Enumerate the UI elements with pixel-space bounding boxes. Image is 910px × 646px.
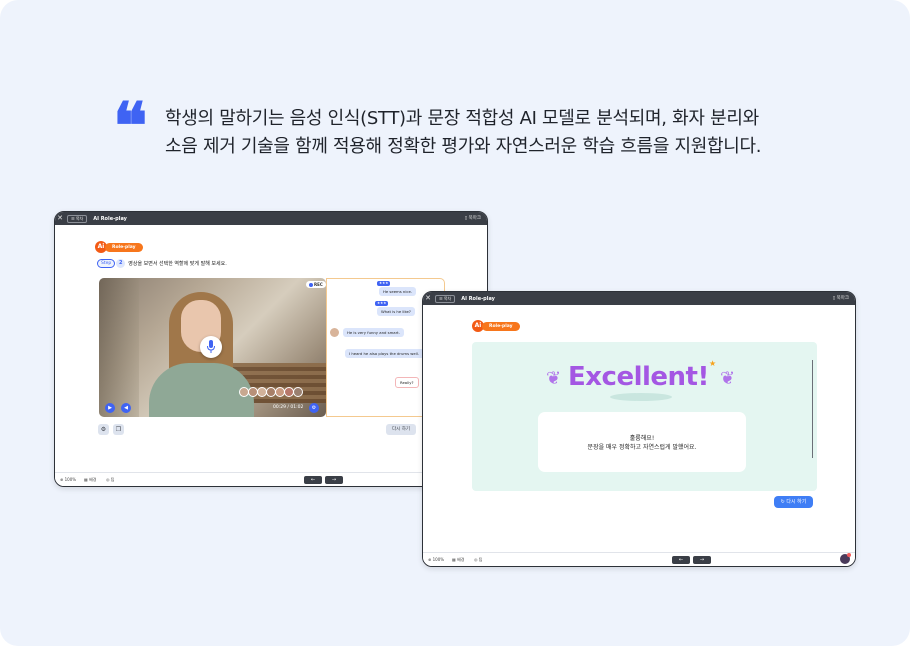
next-button[interactable]: → [693, 556, 711, 564]
result-panel: ❦ Excellent! ❦ ★ 훌륭해요! 문장을 매우 정확하고 자연스럽게… [472, 342, 817, 491]
layout-label: 배경 [89, 477, 97, 482]
gear-icon: ⚙ [100, 426, 107, 433]
notification-dot [847, 553, 851, 557]
ai-roleplay-badge: Ai Role-play [95, 241, 143, 253]
play-button[interactable]: ▶ [105, 403, 115, 413]
score-stars: ★★★ [375, 301, 389, 306]
prev-button[interactable]: ← [672, 556, 690, 564]
ai-roleplay-badge: Ai Role-play [472, 320, 520, 332]
chat-bubble: I heard he also plays the drums well. [345, 349, 425, 358]
feedback-line-2: 문장을 매우 정확하고 자연스럽게 말했어요. [587, 444, 697, 451]
layout-label: 배경 [457, 557, 465, 562]
avatar [330, 328, 339, 337]
video-background [99, 278, 139, 417]
window-title: AI Role-play [93, 215, 127, 222]
chat-bubble: He is very funny and smart. [343, 328, 404, 337]
microphone-button[interactable] [200, 336, 222, 358]
avatar[interactable] [293, 387, 303, 397]
volume-icon: ◀ [124, 405, 128, 411]
title-bar: ✕ ☰ 목차 AI Role-play ▯ 북마크 [55, 212, 487, 225]
quote-line-1: 학생의 말하기는 음성 인식(STT)과 문장 적합성 AI 모델로 분석되며,… [165, 108, 759, 129]
settings-button[interactable]: ⚙ [309, 403, 319, 413]
headline-shadow [610, 393, 672, 401]
score-stars: ★★★ [377, 281, 391, 286]
layout-control[interactable]: ▦ 배경 [84, 473, 97, 486]
layout-control[interactable]: ▦ 배경 [452, 553, 465, 566]
settings-button[interactable]: ⚙ [98, 424, 109, 435]
help-label: 팁 [478, 557, 483, 562]
prev-button[interactable]: ← [304, 476, 322, 484]
zoom-control[interactable]: ⊕ 100% [428, 553, 445, 566]
help-control[interactable]: ◎ 팁 [106, 473, 115, 486]
rec-dot-icon [309, 283, 313, 287]
zoom-level: 100% [432, 557, 445, 562]
copy-icon: ❐ [115, 426, 122, 433]
volume-button[interactable]: ◀ [121, 403, 131, 413]
bookmark-button[interactable]: ▯ 북마크 [465, 212, 481, 225]
quote-icon: ❝ [113, 89, 148, 164]
instruction-text: 영상을 보면서 선택한 역할에 맞게 말해 보세요. [128, 261, 227, 267]
window-title: AI Role-play [461, 295, 495, 302]
laurel-right-icon: ❦ [720, 368, 736, 389]
help-control[interactable]: ◎ 팁 [474, 553, 483, 566]
close-icon[interactable]: ✕ [423, 292, 433, 305]
bookmark-label: 북마크 [836, 296, 849, 301]
badge-label: Role-play [105, 242, 143, 252]
rec-label: REC [314, 282, 323, 287]
title-bar: ✕ ☰ 목차 AI Role-play ▯ 북마크 [423, 292, 855, 305]
close-icon[interactable]: ✕ [55, 212, 65, 225]
quote-line-2: 소음 제거 기술을 함께 적용해 정확한 평가와 자연스러운 학습 흐름을 지원… [165, 136, 762, 157]
next-button[interactable]: → [325, 476, 343, 484]
trophy-icon: ★ [709, 359, 717, 368]
user-avatar[interactable] [839, 553, 851, 565]
speaker-avatars[interactable] [239, 387, 303, 397]
toc-button[interactable]: ☰ 목차 [67, 214, 88, 223]
scrollbar[interactable] [812, 360, 813, 458]
bottom-toolbar: ⊕ 100% ▦ 배경 ◎ 팁 ← → [423, 552, 855, 566]
laurel-left-icon: ❦ [546, 368, 562, 389]
gear-icon: ⚙ [311, 405, 317, 411]
feedback-line-1: 훌륭해요! [629, 435, 655, 442]
microphone-icon [207, 340, 215, 353]
bookmark-label: 북마크 [468, 216, 481, 221]
toc-button[interactable]: ☰ 목차 [435, 294, 456, 303]
retry-button[interactable]: ↻ 다시 하기 [774, 496, 813, 508]
badge-label: Role-play [482, 321, 520, 331]
step-number: 2 [116, 259, 126, 268]
chat-bubble: He seems nice. [379, 287, 417, 296]
video-time: 00:29 / 01:02 [273, 405, 304, 410]
feedback-message: 훌륭해요! 문장을 매우 정확하고 자연스럽게 말했어요. [538, 412, 746, 472]
zoom-control[interactable]: ⊕ 100% [60, 473, 77, 486]
step-instruction: Step 2 영상을 보면서 선택한 역할에 맞게 말해 보세요. [97, 259, 227, 268]
rec-indicator: REC [306, 281, 326, 288]
feature-card: ❝ 학생의 말하기는 음성 인식(STT)과 문장 적합성 AI 모델로 분석되… [0, 0, 910, 646]
result-headline: Excellent! [568, 362, 709, 392]
copy-button[interactable]: ❐ [113, 424, 124, 435]
zoom-level: 100% [64, 477, 77, 482]
video-player[interactable]: REC ▶ ◀ 00:29 / 01:02 ⚙ [99, 278, 326, 417]
bookmark-button[interactable]: ▯ 북마크 [833, 292, 849, 305]
chat-bubble: What is he like? [377, 307, 415, 316]
retry-button[interactable]: 다시 하기 [386, 424, 416, 435]
roleplay-window-result: ✕ ☰ 목차 AI Role-play ▯ 북마크 Ai Role-play ❦… [422, 291, 856, 567]
step-label: Step [97, 259, 116, 268]
chat-bubble: Really? [395, 377, 419, 388]
help-label: 팁 [110, 477, 115, 482]
play-icon: ▶ [108, 405, 112, 411]
